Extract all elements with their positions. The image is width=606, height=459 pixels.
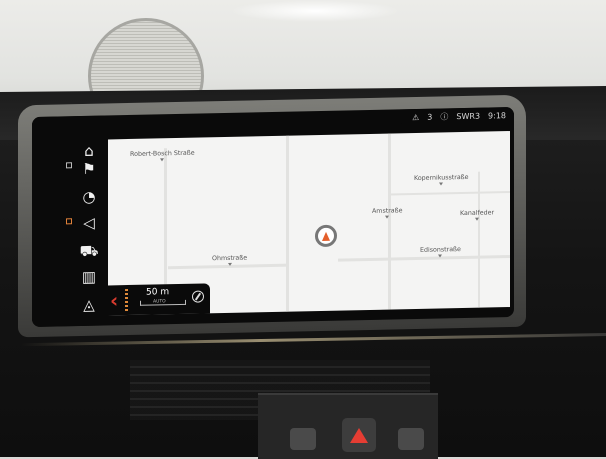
clock: 9:18 [488, 110, 506, 120]
status-bar: ⚠ 3 ⓘ SWR3 9:18 [400, 106, 514, 126]
timer-icon[interactable]: ◔ [78, 186, 100, 208]
map-scale-widget[interactable]: ‹ 50 m AUTO [108, 283, 210, 316]
ceiling-light [230, 0, 400, 22]
rail-marker [66, 162, 72, 169]
destination-flag-icon[interactable]: ⚑ [78, 158, 100, 180]
scale-value: 50 m [146, 287, 170, 298]
street-label: Ohmstraße [212, 255, 247, 267]
zoom-level-indicator [125, 289, 128, 312]
hazard-icon [350, 427, 368, 443]
compass-icon[interactable] [192, 290, 204, 303]
speaker-icon[interactable]: ◁ [78, 212, 100, 234]
hazard-button[interactable] [342, 418, 376, 452]
radio-station[interactable]: SWR3 [456, 111, 480, 120]
road [286, 135, 289, 312]
road [164, 148, 167, 299]
street-label: Kanalfeder [460, 209, 494, 221]
road [390, 191, 510, 196]
infotainment-screen: ⌂ ⚑ ◔ ◁ ⛟ ▥ ◬ Robert-Bosch Straße Kopern… [32, 106, 514, 328]
street-label: Amstraße [372, 207, 402, 219]
heading-arrow-icon [322, 231, 330, 241]
street-label: Robert-Bosch Straße [130, 150, 195, 162]
road [478, 171, 480, 308]
console-button-right[interactable] [398, 428, 424, 450]
street-label: Edisonstraße [420, 246, 461, 258]
street-label: Kopernikusstraße [414, 174, 469, 186]
back-chevron-icon[interactable]: ‹ [110, 288, 118, 312]
warning-icon: ⚠ [412, 112, 420, 122]
road [388, 133, 391, 310]
scale-mode: AUTO [153, 299, 166, 305]
menu-rail: ⌂ ⚑ ◔ ◁ ⛟ ▥ ◬ [32, 115, 104, 328]
car-icon[interactable]: ⛟ [78, 240, 100, 262]
map-book-icon[interactable]: ▥ [78, 266, 100, 288]
alert-count: 3 [427, 112, 433, 122]
compass-nav-icon[interactable]: ◬ [78, 294, 100, 316]
console-button-left[interactable] [290, 428, 316, 450]
rail-marker-active [66, 218, 72, 225]
info-icon: ⓘ [440, 111, 449, 121]
